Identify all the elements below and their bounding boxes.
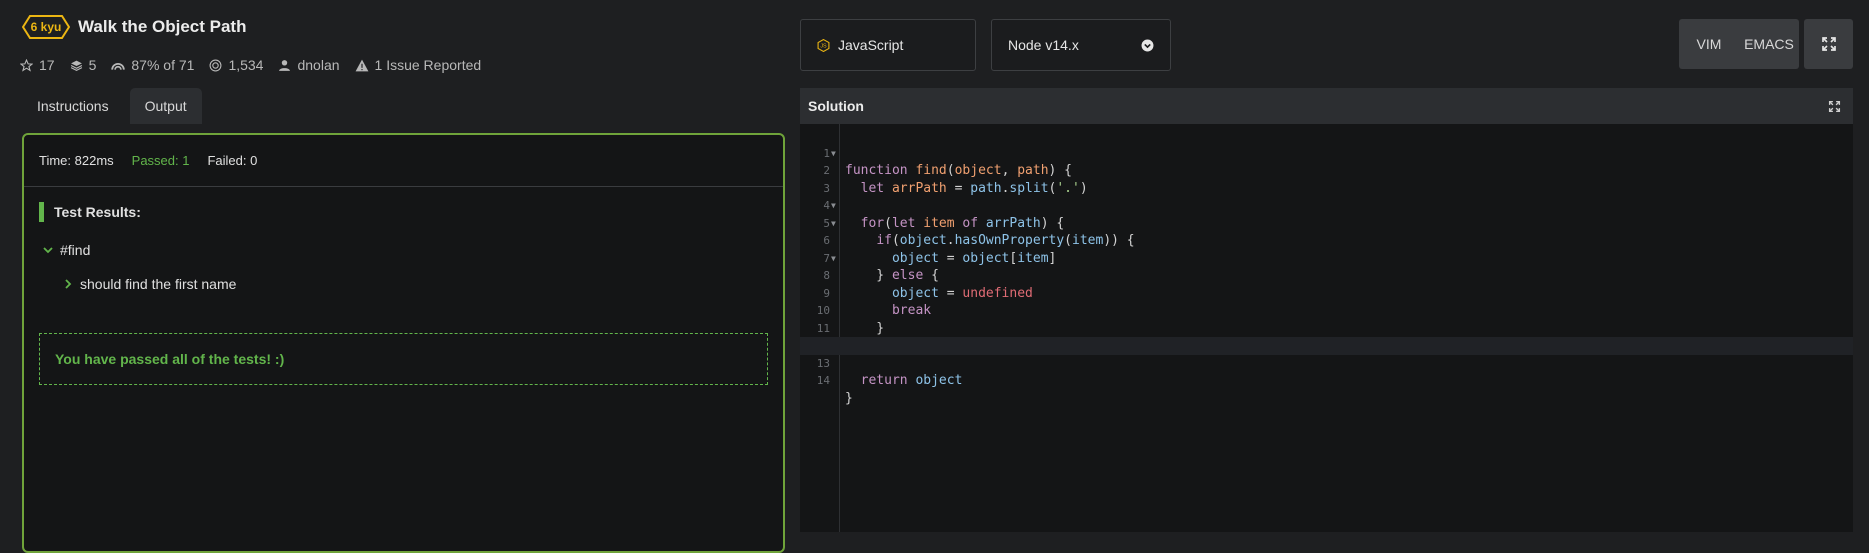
completed-count: 1,534 (228, 57, 264, 73)
code-line[interactable]: 3 (800, 162, 1853, 195)
code-line[interactable]: 4 ▼ for(let item of arrPath) { (800, 180, 1853, 231)
runtime-label: Node v14.x (1008, 37, 1079, 53)
stat-satisfaction: 87% of 71 (111, 57, 194, 73)
it-block[interactable]: should find the first name (64, 276, 236, 292)
code-text: } (845, 390, 853, 406)
chevron-down-icon (43, 247, 53, 254)
star-icon (20, 58, 33, 72)
expand-icon (1821, 37, 1836, 51)
layers-icon (70, 60, 82, 71)
language-select[interactable]: JS JavaScript (800, 19, 976, 71)
issues-count: 1 Issue Reported (374, 57, 482, 73)
describe-block[interactable]: #find (43, 242, 90, 258)
target-icon (209, 59, 222, 71)
run-time: Time: 822ms (39, 153, 114, 168)
code-editor[interactable]: 1 ▼ function find(object, path) { 2 let a… (800, 124, 1853, 532)
stars-count: 17 (39, 57, 55, 73)
stat-issues[interactable]: 1 Issue Reported (355, 57, 482, 73)
stat-completed: 1,534 (209, 57, 263, 73)
line-number: 14 (816, 374, 830, 387)
code-line[interactable]: 5 ▼ if(object.hasOwnProperty(item)) { (800, 197, 1853, 249)
user-icon (279, 59, 291, 71)
stat-collections[interactable]: 5 (70, 57, 97, 73)
language-label: JavaScript (838, 37, 904, 53)
code-line[interactable]: 7 ▼ } else { (800, 232, 1853, 284)
code-line[interactable]: 6 object = object[item] (800, 215, 1853, 266)
warning-icon (355, 59, 368, 71)
fullscreen-button[interactable] (1804, 19, 1853, 69)
code-line[interactable]: 2 let arrPath = path.split('.') (800, 145, 1853, 196)
kata-panel: 6 kyu Walk the Object Path 17 5 87% of 7… (0, 0, 800, 553)
passed-count: Passed: 1 (131, 153, 190, 168)
tab-output[interactable]: Output (129, 88, 202, 124)
editor-panel: JS JavaScript Node v14.x VIM EMACS Solut… (800, 0, 1869, 532)
kata-title[interactable]: Walk the Object Path (78, 17, 246, 37)
code-line[interactable]: 8 object = undefined (800, 250, 1853, 301)
test-results-heading: Test Results: (39, 202, 141, 222)
code-line[interactable]: 12 (800, 320, 1853, 352)
panel-tabs: Instructions Output (22, 88, 202, 124)
code-line[interactable]: 11 } (800, 302, 1853, 354)
output-summary: Time: 822ms Passed: 1 Failed: 0 (24, 135, 783, 187)
collections-count: 5 (88, 57, 97, 73)
output-panel: Time: 822ms Passed: 1 Failed: 0 Test Res… (22, 133, 785, 553)
javascript-icon: JS (817, 38, 830, 52)
runtime-select[interactable]: Node v14.x (991, 19, 1171, 71)
rainbow-icon (111, 62, 126, 70)
mode-vim-button[interactable]: VIM (1679, 19, 1739, 69)
stat-author[interactable]: dnolan (278, 57, 340, 73)
chevron-right-icon (65, 279, 72, 289)
svg-text:JS: JS (820, 43, 827, 49)
rank-badge: 6 kyu (22, 15, 70, 39)
tab-instructions[interactable]: Instructions (22, 88, 124, 124)
code-text: return object (860, 373, 963, 388)
expand-icon[interactable] (1828, 100, 1841, 113)
chevron-down-icon (1141, 39, 1154, 51)
code-line[interactable]: 9 break (800, 267, 1853, 319)
kata-stats: 17 5 87% of 71 1,534 dnolan 1 Issue Repo… (20, 57, 481, 73)
satisfaction-rate: 87% of 71 (131, 57, 195, 73)
code-line[interactable]: 14 } (800, 355, 1853, 406)
code-line[interactable]: 1 ▼ function find(object, path) { (800, 127, 1853, 179)
failed-count: Failed: 0 (207, 153, 258, 168)
code-line[interactable]: 10 } (800, 285, 1853, 336)
solution-title: Solution (808, 98, 864, 114)
stat-stars[interactable]: 17 (20, 57, 55, 73)
rank-label: 6 kyu (30, 20, 62, 34)
solution-header: Solution (800, 88, 1853, 124)
it-label: should find the first name (80, 276, 237, 292)
author-name: dnolan (297, 57, 340, 73)
code-line-active[interactable]: 13 return object (800, 337, 1853, 388)
describe-label: #find (60, 242, 91, 258)
mode-emacs-button[interactable]: EMACS (1739, 19, 1799, 69)
editor-mode-toggle: VIM EMACS (1679, 19, 1799, 69)
success-message: You have passed all of the tests! :) (39, 333, 768, 385)
